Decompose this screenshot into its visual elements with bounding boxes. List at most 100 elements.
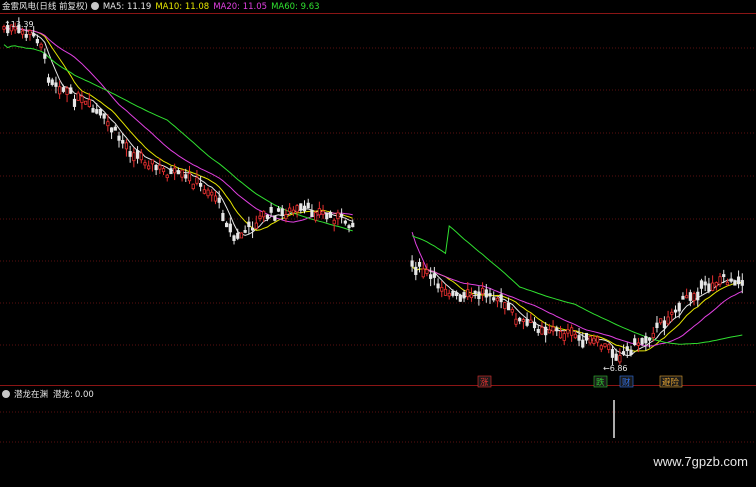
candle-body <box>536 328 540 333</box>
ma-legend-item: MA20: 11.05 <box>213 2 268 12</box>
chart-grid <box>0 13 756 443</box>
candle-body <box>443 288 448 296</box>
candle-body <box>191 183 195 190</box>
candle-body <box>206 189 210 197</box>
candle-body <box>258 215 262 219</box>
gear-icon[interactable] <box>2 390 10 398</box>
candle-body <box>276 208 281 212</box>
candle-body <box>436 283 440 289</box>
candle-body <box>50 79 54 85</box>
candle-body <box>143 162 147 166</box>
candle-body <box>725 281 730 286</box>
candle-body <box>32 33 36 37</box>
candle-body <box>87 99 91 107</box>
candle-body <box>176 170 180 175</box>
candle-body <box>28 30 32 35</box>
candle-body <box>429 274 433 279</box>
candle-body <box>72 98 77 107</box>
candle-body <box>432 273 436 278</box>
candle-body <box>91 108 95 113</box>
signal-tag: 跌 <box>596 377 605 388</box>
candle-body <box>317 208 321 216</box>
candle-body <box>180 169 184 178</box>
candle-body <box>35 39 39 44</box>
signal-tag: 财 <box>622 377 631 388</box>
candle-body <box>614 353 618 361</box>
candle-body <box>699 280 704 289</box>
candle-body <box>562 333 566 341</box>
candle-body <box>540 326 544 335</box>
candle-body <box>169 168 173 175</box>
candle-body <box>98 108 103 116</box>
candle-body <box>254 222 258 229</box>
candle-body <box>199 183 203 187</box>
candle-body <box>154 164 158 171</box>
candle-body <box>106 121 110 127</box>
watermark: www.7gpzb.com <box>653 454 748 469</box>
candle-body <box>488 293 492 297</box>
candle-body <box>495 297 500 302</box>
candle-body <box>588 335 592 344</box>
candle-body <box>573 333 577 339</box>
ma-legend-item: MA60: 9.63 <box>271 2 320 12</box>
candle-body <box>173 167 177 174</box>
indicator-label: 潜龙: <box>53 390 73 400</box>
candle-body <box>228 223 232 233</box>
high-price-label: ↑13.39 <box>4 20 34 29</box>
candle-body <box>596 336 600 343</box>
candle-body <box>662 320 666 329</box>
candle-body <box>280 208 284 217</box>
candle-body <box>210 191 214 196</box>
candle-body <box>703 281 707 286</box>
candle-body <box>544 326 548 336</box>
chart-header: 金雷风电(日线 前复权) MA5: 11.19 MA10: 11.08 MA20: 1… <box>2 1 324 13</box>
candle-body <box>202 189 206 194</box>
candle-body <box>161 168 166 173</box>
candle-body <box>80 95 84 103</box>
candle-body <box>518 317 522 322</box>
candle-body <box>707 283 711 292</box>
candle-body <box>117 135 121 141</box>
candle-body <box>54 82 58 87</box>
candle-body <box>113 126 117 131</box>
candle-body <box>236 232 240 239</box>
candle-body <box>673 309 678 313</box>
candle-body <box>299 203 303 211</box>
candle-body <box>343 220 347 224</box>
candle-body <box>139 152 143 161</box>
candle-body <box>685 295 689 299</box>
candle-body <box>417 262 422 267</box>
candle-body <box>714 282 718 287</box>
candle-body <box>718 276 722 285</box>
candle-body <box>736 276 741 285</box>
ma5-line <box>3 26 743 357</box>
candle-body <box>421 268 425 278</box>
candle-body <box>492 297 496 301</box>
candle-body <box>451 290 455 296</box>
candle-body <box>165 174 169 179</box>
candle-body <box>321 210 325 215</box>
candle-body <box>332 219 336 225</box>
candle-body <box>284 214 288 220</box>
candle-body <box>184 174 188 179</box>
indicator-value: 0.00 <box>74 390 94 400</box>
candle-body <box>410 260 414 267</box>
gear-icon[interactable] <box>90 2 99 10</box>
candle-body <box>269 206 273 213</box>
candle-body <box>414 266 418 275</box>
candle-body <box>499 294 503 303</box>
candle-body <box>711 282 715 291</box>
candle-body <box>217 197 221 203</box>
candle-body <box>462 292 466 299</box>
candle-body <box>740 280 744 286</box>
candle-body <box>458 294 462 302</box>
candle-body <box>135 150 140 159</box>
candle-body <box>696 291 700 301</box>
candle-body <box>532 321 537 329</box>
candle-body <box>529 319 533 323</box>
ma-legend-item: MA10: 11.08 <box>155 2 210 12</box>
candle-body <box>147 165 151 170</box>
candle-body <box>555 327 559 332</box>
candle-body <box>506 302 511 311</box>
candle-body <box>273 215 277 221</box>
